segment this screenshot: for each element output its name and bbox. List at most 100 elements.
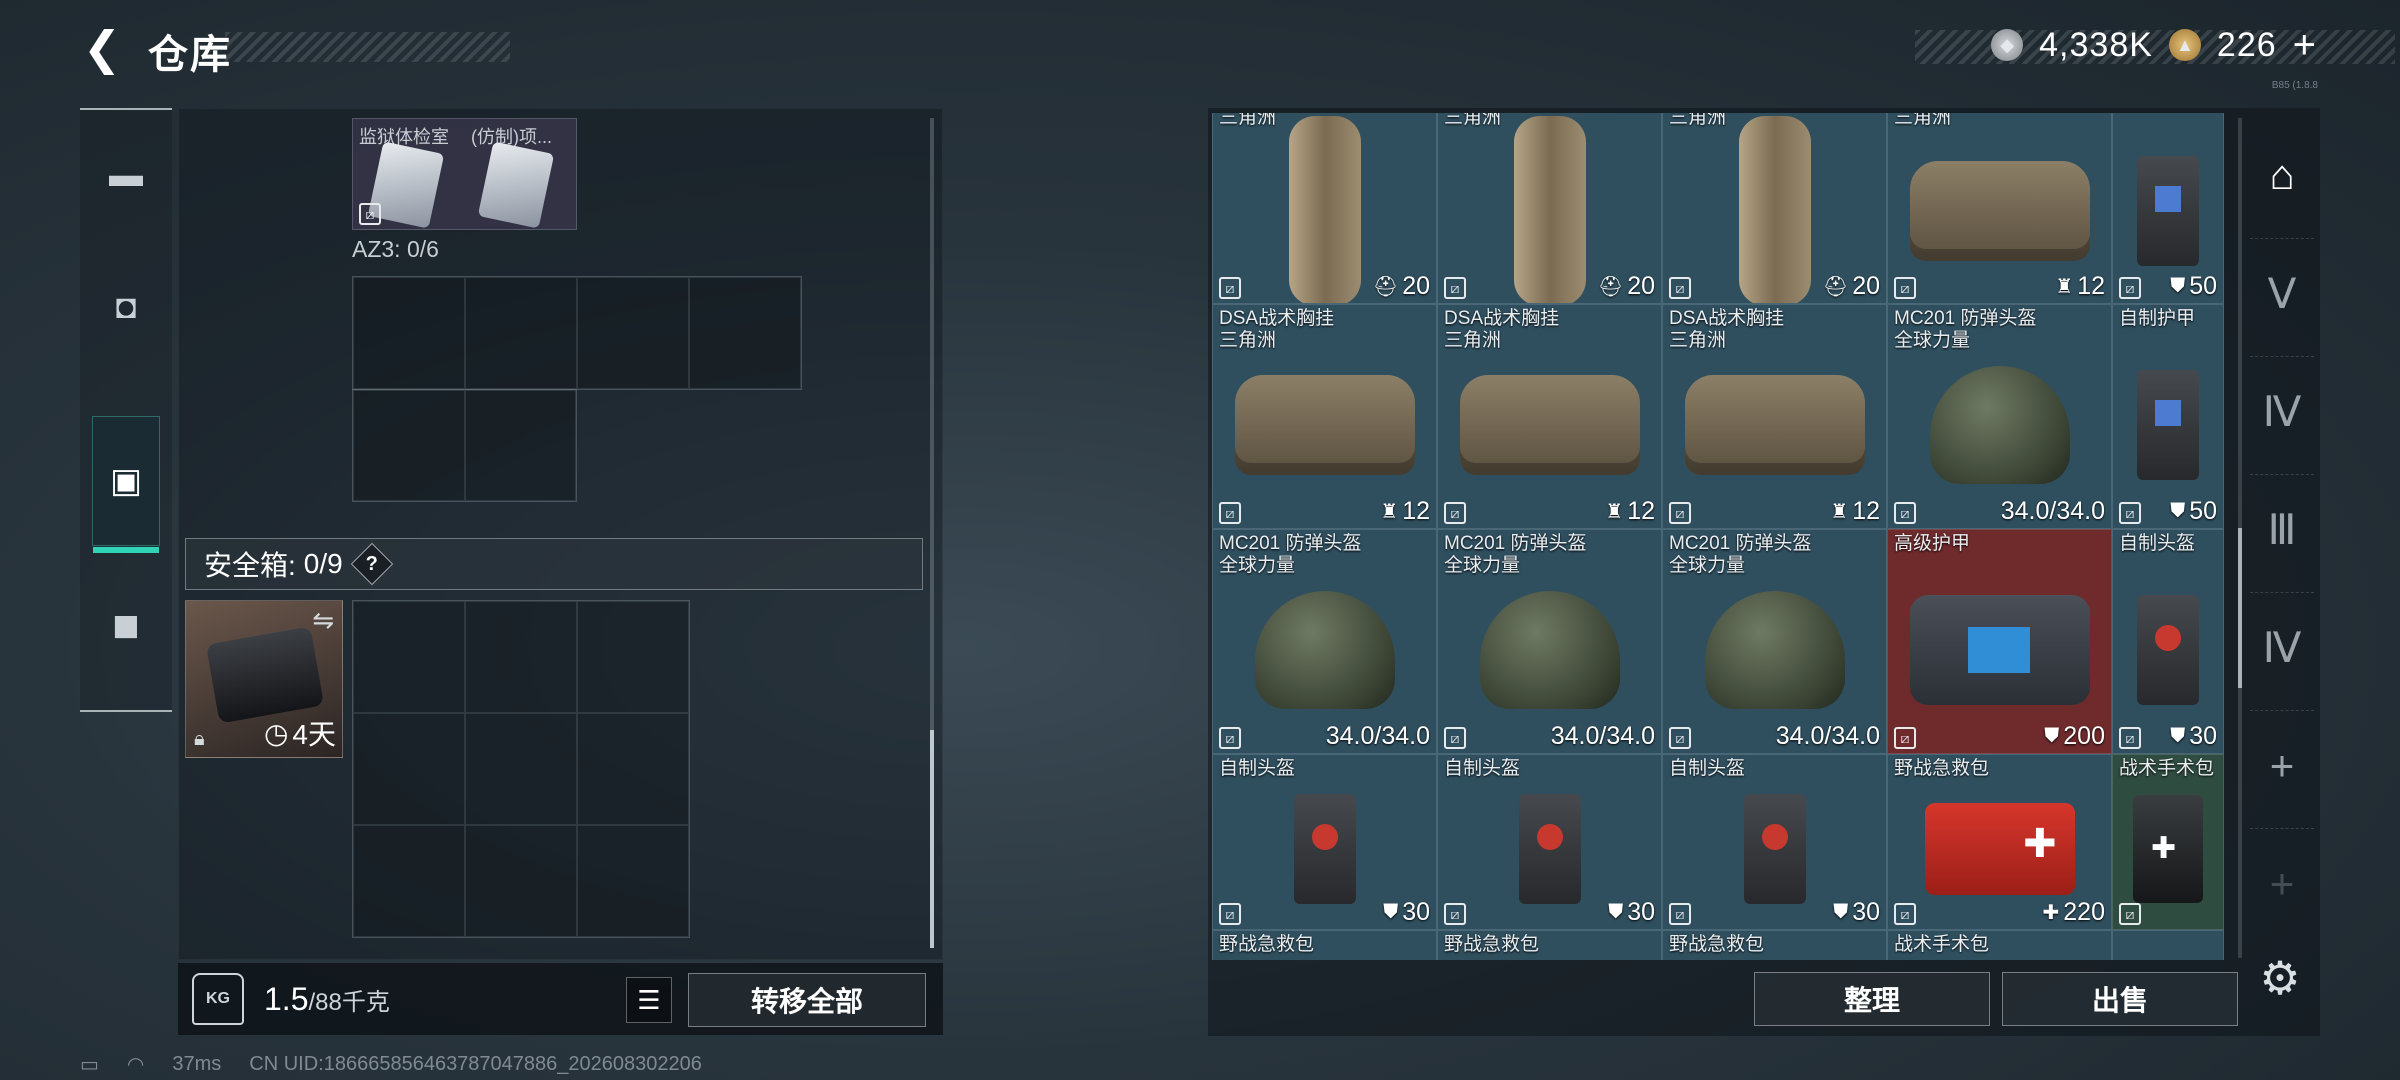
item-image <box>1704 591 1845 710</box>
storage-item[interactable]: 三角洲 ⧄ ⛑ 20 <box>1662 113 1887 304</box>
item-image <box>1924 802 2075 895</box>
no-trade-icon: ⧄ <box>359 203 381 225</box>
storage-item[interactable]: 三角洲 ⧄ ⛑ 20 <box>1212 113 1437 304</box>
storage-item[interactable]: ⧄4/4 <box>2112 930 2224 960</box>
storage-item[interactable]: 三角洲 ⧄ ⛑ 20 <box>1437 113 1662 304</box>
sort-button[interactable]: 整理 <box>1754 972 1990 1026</box>
item-image <box>2137 370 2199 481</box>
storage-item[interactable]: MC201 防弹头盔 全球力量 ⧄ 34.0/34.0 <box>1887 304 2112 529</box>
storage-item[interactable]: 自制头盔 ⧄ ⛊ 30 <box>1212 754 1437 930</box>
add-currency-button[interactable]: + <box>2293 23 2316 68</box>
storage-item[interactable]: 野战急救包⧄✚220 <box>1662 930 1887 960</box>
storage-item[interactable]: 野战急救包⧄✚220 <box>1212 930 1437 960</box>
item-count: 34.0/34.0 <box>1326 722 1430 751</box>
nav-cases[interactable]: ◼ <box>92 560 160 690</box>
item-name: 自制护甲 <box>2119 308 2196 329</box>
item-count-value: 30 <box>1852 898 1880 926</box>
item-count-value: 30 <box>1402 898 1430 926</box>
list-icon: ☰ <box>637 984 661 1015</box>
nav-armor[interactable]: ◘ <box>92 242 160 372</box>
case-duration: ◷ 4天 <box>264 713 336 753</box>
storage-item[interactable]: MC201 防弹头盔 全球力量 ⧄ 34.0/34.0 <box>1437 529 1662 754</box>
list-view-button[interactable]: ☰ <box>626 977 672 1023</box>
shield-icon: ⛊ <box>2044 725 2060 747</box>
storage-item[interactable]: 自制护甲 ⧄ ⛊ 50 <box>2112 304 2224 529</box>
item-count-value: 12 <box>1852 497 1880 525</box>
storage-page-tab[interactable]: + <box>2250 828 2314 938</box>
storage-item[interactable]: ⧄ ⛊ 50 <box>2112 113 2224 304</box>
az3-grid-row1[interactable] <box>352 276 802 390</box>
item-image <box>1684 375 1865 476</box>
gun-icon: ▬ <box>109 155 143 194</box>
uid-text: CN UID:186665856463787047886_20260830220… <box>249 1053 702 1075</box>
no-trade-icon: ⧄ <box>1219 277 1241 299</box>
item-image <box>1288 116 1361 303</box>
storage-page-tab[interactable]: Ⅳ <box>2250 356 2314 466</box>
transfer-all-button[interactable]: 转移全部 <box>688 973 926 1027</box>
swap-icon[interactable]: ⇋ <box>312 605 334 636</box>
safe-box-case[interactable]: ⇋ 🔒︎ ◷ 4天 <box>185 600 343 758</box>
item-name: MC201 防弹头盔 全球力量 <box>1669 533 1812 576</box>
item-count: ⛑ 20 <box>1373 272 1430 301</box>
storage-page-tab[interactable]: + <box>2250 710 2314 820</box>
storage-item[interactable]: MC201 防弹头盔 全球力量 ⧄ 34.0/34.0 <box>1212 529 1437 754</box>
silver-amount: 4,338K <box>2039 25 2153 64</box>
az3-grid-row2[interactable] <box>352 389 577 502</box>
storage-item[interactable]: 战术手术包 ⧄ <box>2112 754 2224 930</box>
nav-backpack[interactable]: ▣ <box>92 416 160 553</box>
left-scrollbar-thumb[interactable] <box>930 730 934 948</box>
item-count-value: 30 <box>1627 898 1655 926</box>
no-trade-icon: ⧄ <box>1669 727 1691 749</box>
storage-item[interactable]: 野战急救包⧄✚220 <box>1887 754 2112 930</box>
back-button[interactable]: ❮ <box>78 22 126 74</box>
storage-page-tab[interactable]: Ⅳ <box>2250 592 2314 702</box>
storage-item[interactable]: DSA战术胸挂 三角洲 ⧄ ♜ 12 <box>1437 304 1662 529</box>
storage-page-tab[interactable]: Ⅲ <box>2250 474 2314 584</box>
storage-item[interactable]: 自制头盔 ⧄ ⛊ 30 <box>1662 754 1887 930</box>
item-count: 34.0/34.0 <box>1776 722 1880 751</box>
storage-item[interactable]: 高级护甲 ⧄ ⛊ 200 <box>1887 529 2112 754</box>
safe-box-grid[interactable] <box>352 600 690 938</box>
storage-item[interactable]: 野战急救包⧄✚220 <box>1437 930 1662 960</box>
storage-item[interactable]: DSA战术胸挂 三角洲 ⧄ ♜ 12 <box>1662 304 1887 529</box>
item-count: 34.0/34.0 <box>1551 722 1655 751</box>
az3-capacity: AZ3: 0/6 <box>352 236 439 262</box>
backpack-icon: ▣ <box>109 462 143 500</box>
item-name: 野战急救包 <box>1444 934 1540 955</box>
battery-icon: ▭ <box>80 1054 99 1076</box>
storage-item[interactable]: 自制头盔 ⧄ ⛊ 30 <box>2112 529 2224 754</box>
add-icon: + <box>2269 741 2295 789</box>
storage-item[interactable]: 自制头盔 ⧄ ⛊ 30 <box>1437 754 1662 930</box>
item-image <box>1513 116 1586 303</box>
item-count: ✚ 220 <box>2043 898 2105 927</box>
item-name: 三角洲 <box>1894 113 1952 128</box>
sell-button[interactable]: 出售 <box>2002 972 2238 1026</box>
no-trade-icon: ⧄ <box>1894 277 1916 299</box>
help-button[interactable]: ? <box>350 542 393 586</box>
item-name: 战术手术包 <box>1894 934 1990 955</box>
right-scrollbar-thumb[interactable] <box>2238 528 2242 688</box>
item-count-value: 34.0/34.0 <box>1550 722 1655 750</box>
keycard-item[interactable] <box>477 141 555 229</box>
storage-item[interactable]: 三角洲 ⧄ ♜ 12 <box>1887 113 2112 304</box>
item-count: ♜ 12 <box>1830 497 1880 526</box>
settings-button[interactable]: ⚙ <box>2252 950 2308 1006</box>
storage-page-tab[interactable]: ⌂ <box>2250 120 2314 230</box>
item-image <box>1518 793 1581 904</box>
title-decoration <box>225 32 510 62</box>
item-count-value: 20 <box>1627 272 1655 300</box>
vest-icon: ♜ <box>1380 501 1399 523</box>
storage-page-tab[interactable]: Ⅴ <box>2250 238 2314 348</box>
no-trade-icon: ⧄ <box>1444 502 1466 524</box>
item-count: ♜ 12 <box>2055 272 2105 301</box>
item-image <box>1929 366 2070 485</box>
left-footer: KG 1.5/88千克 ☰ 转移全部 <box>178 963 943 1035</box>
item-count: ⛊ 50 <box>2170 497 2217 526</box>
storage-item[interactable]: 战术手术包⧄4/4 <box>1887 930 2112 960</box>
nav-weapons[interactable]: ▬ <box>92 110 160 240</box>
vest-icon: ♜ <box>1830 501 1849 523</box>
item-name: 三角洲 <box>1219 113 1277 128</box>
item-name: 三角洲 <box>1669 113 1727 128</box>
storage-item[interactable]: MC201 防弹头盔 全球力量 ⧄ 34.0/34.0 <box>1662 529 1887 754</box>
storage-item[interactable]: DSA战术胸挂 三角洲 ⧄ ♜ 12 <box>1212 304 1437 529</box>
